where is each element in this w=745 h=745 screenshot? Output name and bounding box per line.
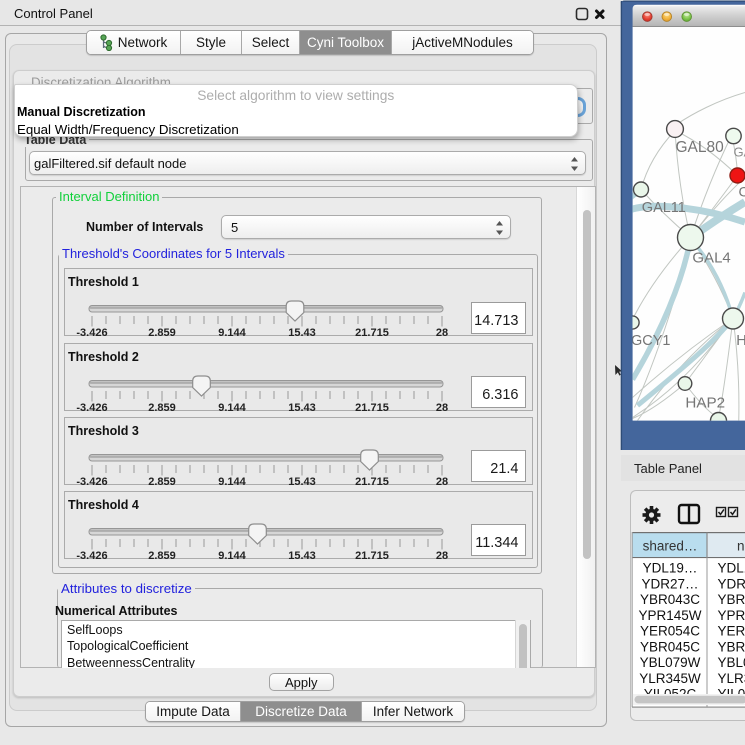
svg-text:21.715: 21.715 [355, 550, 389, 560]
svg-text:YDR27…: YDR27… [641, 576, 698, 591]
svg-text:2.859: 2.859 [148, 327, 176, 337]
svg-text:9.144: 9.144 [218, 402, 246, 412]
svg-text:28: 28 [436, 402, 448, 412]
svg-text:YDR27: YDR27 [718, 576, 745, 591]
svg-text:H: H [736, 333, 745, 349]
svg-text:YLR345W: YLR345W [718, 671, 745, 686]
svg-text:28: 28 [436, 327, 448, 337]
svg-text:YDL19…: YDL19… [643, 561, 698, 576]
svg-text:-3.426: -3.426 [76, 402, 107, 412]
svg-text:21.715: 21.715 [355, 327, 389, 337]
svg-text:GAL80: GAL80 [676, 139, 725, 156]
svg-text:YDL19: YDL19 [718, 561, 745, 576]
svg-text:15.43: 15.43 [288, 402, 316, 412]
svg-text:GA: GA [734, 145, 745, 160]
svg-text:-3.426: -3.426 [76, 327, 107, 337]
svg-text:2.859: 2.859 [148, 476, 176, 486]
svg-text:HAP2: HAP2 [685, 395, 725, 412]
svg-text:YER054C: YER054C [640, 624, 700, 639]
svg-text:9.144: 9.144 [218, 550, 246, 560]
svg-text:15.43: 15.43 [288, 550, 316, 560]
svg-text:21.715: 21.715 [355, 476, 389, 486]
svg-text:GAL11: GAL11 [642, 200, 686, 216]
svg-text:YBR045C: YBR045C [640, 640, 700, 655]
svg-text:C: C [739, 184, 745, 200]
svg-text:GCY1: GCY1 [631, 333, 671, 349]
svg-text:shared…: shared… [643, 539, 698, 554]
svg-text:21.715: 21.715 [355, 402, 389, 412]
svg-text:YBR043C: YBR043C [640, 592, 700, 607]
svg-text:9.144: 9.144 [218, 476, 246, 486]
svg-text:-3.426: -3.426 [76, 476, 107, 486]
svg-text:28: 28 [436, 550, 448, 560]
svg-text:28: 28 [436, 476, 448, 486]
svg-text:YBL079W: YBL079W [640, 655, 701, 670]
svg-text:2.859: 2.859 [148, 402, 176, 412]
svg-text:YPR145W: YPR145W [638, 608, 701, 623]
svg-text:15.43: 15.43 [288, 476, 316, 486]
svg-text:YPR145W: YPR145W [718, 608, 745, 623]
svg-text:YLR345W: YLR345W [639, 671, 701, 686]
svg-text:15.43: 15.43 [288, 327, 316, 337]
svg-text:YBR043C: YBR043C [718, 592, 745, 607]
svg-text:YER054C: YER054C [718, 624, 745, 639]
svg-text:-3.426: -3.426 [76, 550, 107, 560]
svg-text:9.144: 9.144 [218, 327, 246, 337]
svg-text:GAL4: GAL4 [692, 250, 730, 267]
svg-text:nam: nam [737, 539, 745, 554]
svg-text:2.859: 2.859 [148, 550, 176, 560]
svg-text:YBL079W: YBL079W [718, 655, 745, 670]
svg-text:YBR045C: YBR045C [718, 640, 745, 655]
